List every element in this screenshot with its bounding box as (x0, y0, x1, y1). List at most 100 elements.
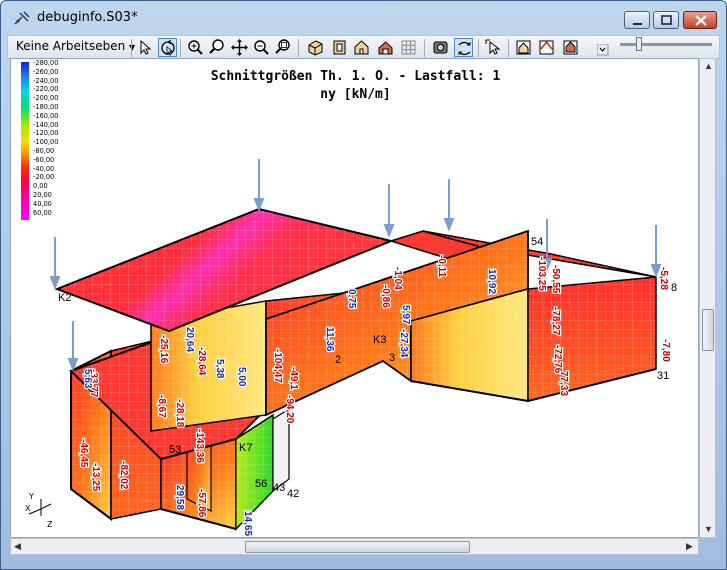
toolbar-separator (180, 39, 181, 57)
result-value-label: 10,92 (486, 269, 497, 294)
grid-icon (401, 40, 416, 55)
node-label[interactable]: K3 (373, 334, 386, 346)
select-node-button[interactable] (484, 38, 503, 57)
pan-button[interactable] (230, 38, 249, 57)
result-value-label: 0,75 (346, 289, 357, 309)
view-iso-button[interactable] (306, 38, 325, 57)
axis-x-label: X (25, 504, 31, 513)
scroll-up-icon[interactable]: ▲ (704, 61, 713, 71)
toolbar-separator (298, 39, 299, 57)
result-value-label: -78,27 (550, 307, 561, 336)
result-value-label: -28,18 (174, 399, 185, 428)
view-top-button[interactable] (376, 38, 395, 57)
render-icon (433, 41, 448, 54)
maximize-icon (661, 15, 672, 25)
result-value-label: -46,45 (78, 439, 89, 468)
node-label[interactable]: 31 (657, 370, 669, 382)
animate-button[interactable] (454, 38, 473, 57)
result-value-label: -28,64 (196, 347, 207, 376)
result-value-label: -5,28 (658, 267, 669, 290)
result-value-label: -25,16 (158, 335, 169, 364)
result-value-label: -72,76 (552, 345, 563, 374)
window-title: debuginfo.S03* (37, 10, 138, 25)
structure-icon (539, 40, 554, 55)
rotate-icon (161, 39, 175, 56)
toolbar-separator (478, 39, 479, 57)
zoom-out-button[interactable] (252, 38, 271, 57)
result-value-label: 14,65 (242, 511, 253, 536)
side-view-icon (354, 40, 369, 55)
result-value-label: -0,11 (436, 255, 447, 278)
close-button[interactable] (683, 11, 717, 29)
horizontal-scrollbar[interactable]: ◀ ▶ (10, 538, 699, 555)
print-view-button[interactable] (561, 38, 580, 57)
move-icon (231, 39, 248, 56)
node-label[interactable]: 3 (389, 352, 395, 364)
select-tool-button[interactable] (136, 38, 155, 57)
zoom-slider-thumb[interactable] (636, 37, 642, 51)
result-value-label: -49,1 (288, 367, 299, 390)
structure-view-button[interactable] (537, 38, 556, 57)
grid-button[interactable] (399, 38, 418, 57)
node-label[interactable]: 8 (671, 282, 677, 294)
scroll-down-icon[interactable]: ▼ (704, 524, 713, 534)
result-value-label: -27,34 (398, 329, 409, 358)
result-value-label: -143,36 (194, 429, 205, 463)
axis-z-label: Z (47, 520, 53, 529)
node-label[interactable]: 2 (335, 354, 341, 366)
result-value-label: -7,80 (660, 339, 671, 362)
render-button[interactable] (431, 38, 450, 57)
close-icon (695, 15, 707, 26)
zoom-in-button[interactable] (186, 38, 205, 57)
print-icon (563, 40, 578, 55)
scroll-right-icon[interactable]: ▶ (686, 541, 693, 552)
result-value-label: -1,04 (392, 267, 403, 290)
scroll-left-icon[interactable]: ◀ (14, 541, 21, 552)
result-value-label: 29,58 (174, 485, 185, 510)
result-value-label: -57,86 (196, 489, 207, 518)
result-value-label: -8,67 (156, 395, 167, 418)
zoom-all-button[interactable] (274, 38, 293, 57)
title-bar[interactable]: debuginfo.S03* (1, 1, 726, 35)
view-side-button[interactable] (352, 38, 371, 57)
result-value-label: -82,02 (118, 461, 129, 490)
result-value-label: -0,86 (380, 285, 391, 308)
node-label[interactable]: 43 (273, 482, 285, 494)
select-node-icon (485, 39, 501, 55)
zoom-slider[interactable] (620, 43, 712, 46)
view-front-button[interactable] (330, 38, 349, 57)
zoom-window-button[interactable] (208, 38, 227, 57)
toolbar-separator (131, 39, 132, 57)
node-label[interactable]: 42 (287, 488, 299, 500)
cursor-icon (140, 39, 152, 55)
result-value-label: -104,47 (272, 349, 283, 383)
node-label[interactable]: 56 (255, 478, 267, 490)
result-value-label: 20,64 (184, 327, 195, 352)
app-icon (14, 11, 30, 25)
result-value-label: 11,36 (324, 327, 335, 352)
rotate-tool-button[interactable] (158, 38, 177, 57)
vertical-scroll-thumb[interactable] (702, 309, 714, 351)
zoom-all-icon (275, 39, 290, 54)
minimize-button[interactable] (624, 11, 650, 29)
horizontal-scroll-thumb[interactable] (245, 541, 470, 553)
zoom-window-icon (209, 39, 224, 54)
result-value-label: 77,33 (558, 371, 569, 396)
graphics-viewport[interactable]: -280,00 -260,00 -240,00 -220,00 -200,00 -180,… (10, 58, 699, 538)
result-value-label: 5,97 (400, 305, 411, 325)
top-view-icon (378, 41, 393, 55)
toolbar-overflow-button[interactable] (596, 43, 609, 56)
maximize-button[interactable] (653, 11, 679, 29)
node-label[interactable]: 54 (531, 236, 543, 248)
vertical-scrollbar[interactable]: ▲ ▼ (699, 58, 716, 538)
toolbar-separator (424, 39, 425, 57)
model-view-button[interactable] (514, 38, 533, 57)
node-label[interactable]: 53 (169, 444, 181, 456)
layer-dropdown[interactable]: Keine Arbeitseben ▼ (12, 38, 139, 56)
result-value-label: 5,63 (82, 369, 93, 389)
node-label[interactable]: K7 (239, 442, 252, 454)
result-value-label: -94,20 (284, 395, 295, 424)
chevron-down-icon: ▼ (129, 43, 136, 52)
node-label[interactable]: K2 (58, 292, 71, 304)
model-icon (516, 40, 531, 55)
